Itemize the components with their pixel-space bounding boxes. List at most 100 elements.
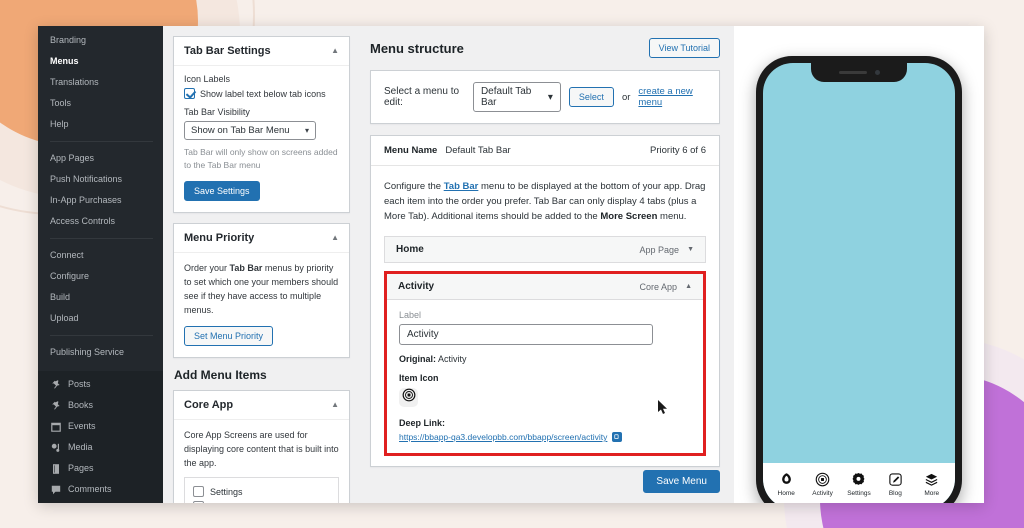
sidebar-item-label: In-App Purchases	[50, 194, 122, 207]
view-tutorial-button[interactable]: View Tutorial	[649, 38, 720, 58]
tab-more[interactable]: More	[914, 472, 950, 497]
sidebar-item-connect[interactable]: Connect	[38, 245, 163, 266]
sidebar-item-access-controls[interactable]: Access Controls	[38, 211, 163, 232]
sidebar-content-group: Posts Books Events Media Pages Comments	[38, 371, 163, 503]
set-menu-priority-button[interactable]: Set Menu Priority	[184, 326, 273, 346]
sidebar-divider	[50, 141, 153, 142]
item-icon-picker[interactable]	[399, 388, 418, 407]
option-checkbox[interactable]	[193, 486, 204, 497]
chevron-up-icon[interactable]: ▲	[331, 234, 339, 242]
sidebar-item-events[interactable]: Events	[38, 416, 163, 437]
menu-priority-body: Order your Tab Bar menus by priority to …	[174, 253, 349, 357]
show-label-checkbox[interactable]	[184, 88, 195, 99]
chevron-down-icon: ▾	[305, 126, 309, 135]
tab-bar-visibility-select[interactable]: Show on Tab Bar Menu ▾	[184, 121, 316, 140]
save-settings-button[interactable]: Save Settings	[184, 181, 260, 201]
phone-frame: Home Activity Settings Blog	[756, 56, 962, 503]
menu-item-home[interactable]: Home App Page ▼	[384, 236, 706, 263]
show-label-checkbox-row[interactable]: Show label text below tab icons	[184, 88, 339, 99]
copy-icon[interactable]	[612, 432, 622, 442]
phone-screen: Home Activity Settings Blog	[763, 63, 955, 503]
sidebar-item-build[interactable]: Build	[38, 287, 163, 308]
chevron-up-icon[interactable]: ▲	[331, 401, 339, 409]
panel-title: Menu Priority	[184, 232, 254, 244]
menu-priority-header[interactable]: Menu Priority ▲	[174, 224, 349, 253]
sidebar-item-configure[interactable]: Configure	[38, 266, 163, 287]
sidebar-item-app-pages[interactable]: App Pages	[38, 148, 163, 169]
core-app-options-list: Settings	[184, 477, 339, 503]
core-app-description: Core App Screens are used for displaying…	[184, 428, 339, 470]
sidebar-item-label: Build	[50, 291, 70, 304]
menu-name-value: Default Tab Bar	[445, 145, 510, 156]
select-menu-row: Select a menu to edit: Default Tab Bar ▾…	[371, 71, 719, 123]
sidebar-item-label: Upload	[50, 312, 79, 325]
core-app-panel: Core App ▲ Core App Screens are used for…	[173, 390, 350, 503]
create-new-menu-link[interactable]: create a new menu	[638, 86, 706, 108]
core-app-header[interactable]: Core App ▲	[174, 391, 349, 420]
tab-settings[interactable]: Settings	[841, 472, 877, 497]
core-app-option-settings[interactable]: Settings	[193, 484, 330, 499]
wp-admin-sidebar[interactable]: Branding Menus Translations Tools Help A…	[38, 26, 163, 503]
sidebar-item-email-log[interactable]: Email Log	[38, 500, 163, 503]
sidebar-item-tools[interactable]: Tools	[38, 93, 163, 114]
media-icon	[50, 442, 62, 454]
sidebar-item-in-app-purchases[interactable]: In-App Purchases	[38, 190, 163, 211]
tab-bar-visibility-hint: Tab Bar will only show on screens added …	[184, 146, 339, 172]
pin-icon	[50, 400, 62, 412]
sidebar-item-posts[interactable]: Posts	[38, 374, 163, 395]
tab-activity[interactable]: Activity	[805, 472, 841, 497]
sidebar-item-comments[interactable]: Comments	[38, 479, 163, 500]
tab-bar-link[interactable]: Tab Bar	[444, 181, 479, 192]
app-tab-bar[interactable]: Home Activity Settings Blog	[763, 463, 955, 503]
tab-blog[interactable]: Blog	[877, 472, 913, 497]
sidebar-item-label: Branding	[50, 34, 86, 47]
tab-home[interactable]: Home	[768, 472, 804, 497]
sidebar-item-label: Configure	[50, 270, 89, 283]
select-button[interactable]: Select	[569, 87, 614, 107]
core-app-option-partial[interactable]	[193, 499, 330, 503]
chevron-down-icon[interactable]: ▼	[687, 246, 694, 253]
original-label: Original:	[399, 354, 436, 364]
sidebar-item-label: Pages	[68, 462, 94, 475]
sidebar-item-help[interactable]: Help	[38, 114, 163, 135]
sidebar-item-media[interactable]: Media	[38, 437, 163, 458]
sidebar-item-translations[interactable]: Translations	[38, 72, 163, 93]
sidebar-item-label: Publishing Service	[50, 346, 124, 359]
menu-select-dropdown[interactable]: Default Tab Bar ▾	[473, 82, 561, 112]
menu-name-row: Menu Name Default Tab Bar Priority 6 of …	[371, 136, 719, 166]
tab-bar-settings-header[interactable]: Tab Bar Settings ▲	[174, 37, 349, 66]
sidebar-item-upload[interactable]: Upload	[38, 308, 163, 329]
sidebar-item-pages[interactable]: Pages	[38, 458, 163, 479]
label-caption: Label	[399, 310, 691, 320]
menu-items-list: Home App Page ▼ Activity Core App ▲	[371, 236, 719, 466]
menu-name-group: Menu Name Default Tab Bar	[384, 145, 511, 156]
chevron-up-icon[interactable]: ▲	[331, 47, 339, 55]
phone-preview-panel: Home Activity Settings Blog	[734, 26, 984, 503]
tab-bar-settings-panel: Tab Bar Settings ▲ Icon Labels Show labe…	[173, 36, 350, 213]
menu-name-label: Menu Name	[384, 145, 437, 156]
sidebar-item-menus[interactable]: Menus	[38, 51, 163, 72]
sidebar-item-books[interactable]: Books	[38, 395, 163, 416]
page-title: Menu structure	[370, 41, 464, 56]
activity-icon	[815, 472, 830, 487]
menu-item-activity-header[interactable]: Activity Core App ▲	[387, 274, 703, 300]
sidebar-group-3: Connect Configure Build Upload	[38, 245, 163, 329]
sidebar-item-push-notifications[interactable]: Push Notifications	[38, 169, 163, 190]
front-camera	[875, 70, 880, 75]
sidebar-item-branding[interactable]: Branding	[38, 30, 163, 51]
icon-labels-label: Icon Labels	[184, 74, 339, 84]
sidebar-group-1: Branding Menus Translations Tools Help	[38, 30, 163, 135]
option-checkbox[interactable]	[193, 501, 204, 503]
deep-link-url[interactable]: https://bbapp-qa3.developbb.com/bbapp/sc…	[399, 432, 607, 442]
settings-icon	[851, 472, 866, 487]
label-input[interactable]	[399, 324, 653, 345]
sidebar-item-publishing-service[interactable]: Publishing Service	[38, 342, 163, 363]
save-menu-button[interactable]: Save Menu	[643, 470, 720, 493]
settings-column: Tab Bar Settings ▲ Icon Labels Show labe…	[163, 26, 358, 503]
more-icon	[924, 472, 939, 487]
chevron-up-icon[interactable]: ▲	[685, 283, 692, 290]
speaker-grille	[839, 71, 867, 74]
desc-part-3: menu.	[657, 211, 686, 222]
tab-label: Activity	[812, 490, 833, 497]
tab-bar-settings-body: Icon Labels Show label text below tab ic…	[174, 66, 349, 212]
